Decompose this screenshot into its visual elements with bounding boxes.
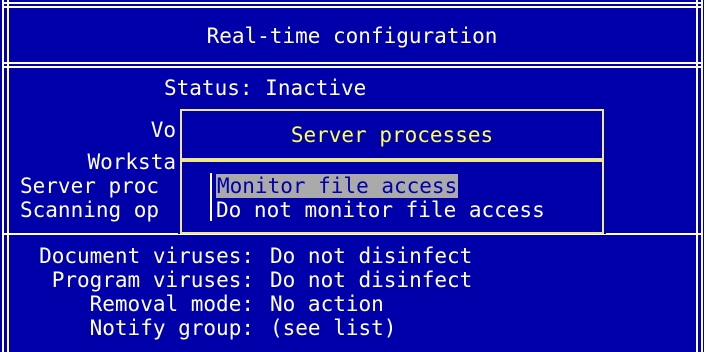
- status-row: Status: Inactive: [164, 76, 366, 100]
- status-value: Inactive: [265, 76, 367, 100]
- setting-label-notify-group: Notify group:: [89, 316, 254, 340]
- top-border-inner: [2, 6, 703, 8]
- right-border: [701, 0, 703, 352]
- left-border: [2, 0, 4, 352]
- top-border: [2, 2, 703, 4]
- left-border-inner: [7, 0, 9, 352]
- setting-value-removal-mode[interactable]: No action: [270, 292, 384, 316]
- option-do-not-monitor-file-access[interactable]: Do not monitor file access: [216, 198, 545, 222]
- setting-value-document-viruses[interactable]: Do not disinfect: [270, 244, 472, 268]
- option-monitor-file-access[interactable]: Monitor file access: [216, 174, 459, 198]
- setting-label-removal-mode: Removal mode:: [89, 292, 254, 316]
- right-border-inner: [696, 0, 698, 352]
- popup-title: Server processes: [290, 123, 494, 147]
- setting-label-program-viruses: Program viruses:: [51, 268, 254, 292]
- field-label-workstation: Worksta: [87, 150, 176, 174]
- server-processes-popup: Server processes Monitor file access Do …: [178, 107, 606, 234]
- setting-value-notify-group[interactable]: (see list): [270, 316, 396, 340]
- setting-label-document-viruses: Document viruses:: [39, 244, 254, 268]
- status-label: Status:: [164, 76, 253, 100]
- field-label-scanning-options: Scanning op: [20, 198, 160, 222]
- title-divider-inner: [2, 66, 703, 68]
- title-divider: [2, 62, 703, 64]
- field-label-server-processes: Server proc: [20, 174, 160, 198]
- window-title: Real-time configuration: [206, 24, 498, 48]
- option-list-bar: [210, 173, 212, 221]
- field-label-volume: Vo: [150, 118, 176, 142]
- setting-value-program-viruses[interactable]: Do not disinfect: [270, 268, 472, 292]
- config-window: Real-time configuration Status: Inactive…: [0, 0, 704, 352]
